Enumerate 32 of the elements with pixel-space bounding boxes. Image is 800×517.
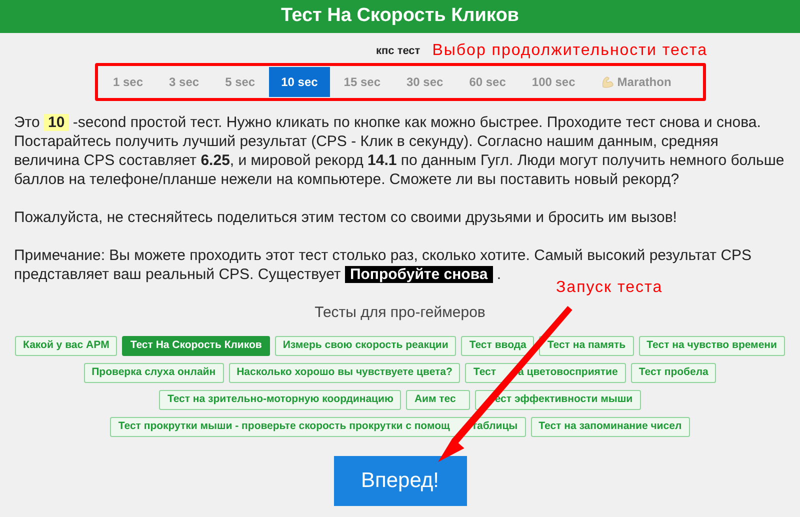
test-link[interactable]: Тест на память <box>539 336 634 356</box>
test-link[interactable]: Тест на зрительно-моторную координацию <box>159 390 402 410</box>
section-title: Тесты для про-геймеров <box>314 303 486 323</box>
annotation-text: Выбор продолжительности теста <box>432 43 708 59</box>
duration-label: кпс тест <box>376 44 420 58</box>
test-link[interactable]: Проверка слуха онлайн <box>84 362 224 382</box>
share-text: Пожалуйста, не стесняйтесь поделиться этим тестом со своими друзьями и бросить им вызов! <box>14 208 678 227</box>
duration-tab[interactable]: 30 sec <box>394 67 456 97</box>
duration-tab[interactable]: 60 sec <box>457 67 518 97</box>
start-button[interactable]: Вперед! <box>334 456 466 506</box>
duration-tab[interactable]: 15 sec <box>332 67 392 97</box>
test-link[interactable]: Тест на чувство времени <box>638 336 785 356</box>
test-link[interactable]: Тест на запоминание чисел <box>530 416 690 436</box>
test-link[interactable]: Какой у вас APM <box>15 336 118 356</box>
duration-tab[interactable]: 1 sec <box>101 67 156 97</box>
duration-tab[interactable]: 3 sec <box>157 67 212 97</box>
test-link[interactable]: Тест На Скорость Кликов <box>122 336 270 356</box>
retry-link[interactable]: Попробуйте снова <box>344 266 493 283</box>
duration-tab[interactable]: 100 sec <box>520 67 588 97</box>
test-link[interactable]: Измерь свою скорость реакции <box>274 336 456 356</box>
test-link[interactable]: Тест ввода <box>461 336 534 356</box>
annotation-text: Запуск теста <box>556 278 663 298</box>
duration-tab[interactable]: Marathon <box>589 67 684 97</box>
duration-tab[interactable]: 10 sec <box>269 67 330 97</box>
page-title: Тест На Скорость Кликов <box>281 4 519 28</box>
intro-paragraph: Это 10 -second простой тест. Нужно кликать по кнопке как можно быстрее. Проходите тест снова и снова. Постарайтесь получить лучший результат (CPS - Клик в секунду). Согласно нашим данным, средняя величина CPS составляет 6.25, и мировой рекорд 14.1 по данным Гугл. Люди могут получить немного больше баллов на телефоне/планше нежели на компьютере. Сможете ли вы поставить новый рекорд? <box>14 113 786 189</box>
duration-tab[interactable]: 5 sec <box>213 67 268 97</box>
test-link[interactable]: Насколько хорошо вы чувствуете цвета? <box>228 362 460 382</box>
test-link[interactable]: Аим тес <box>406 390 470 410</box>
test-link[interactable]: Тест пробела <box>630 362 716 382</box>
test-link[interactable]: Тест прокрутки мыши - проверьте скорость прокрутки с помощ таблицы <box>110 416 526 436</box>
flexed-arm-icon <box>601 75 616 89</box>
